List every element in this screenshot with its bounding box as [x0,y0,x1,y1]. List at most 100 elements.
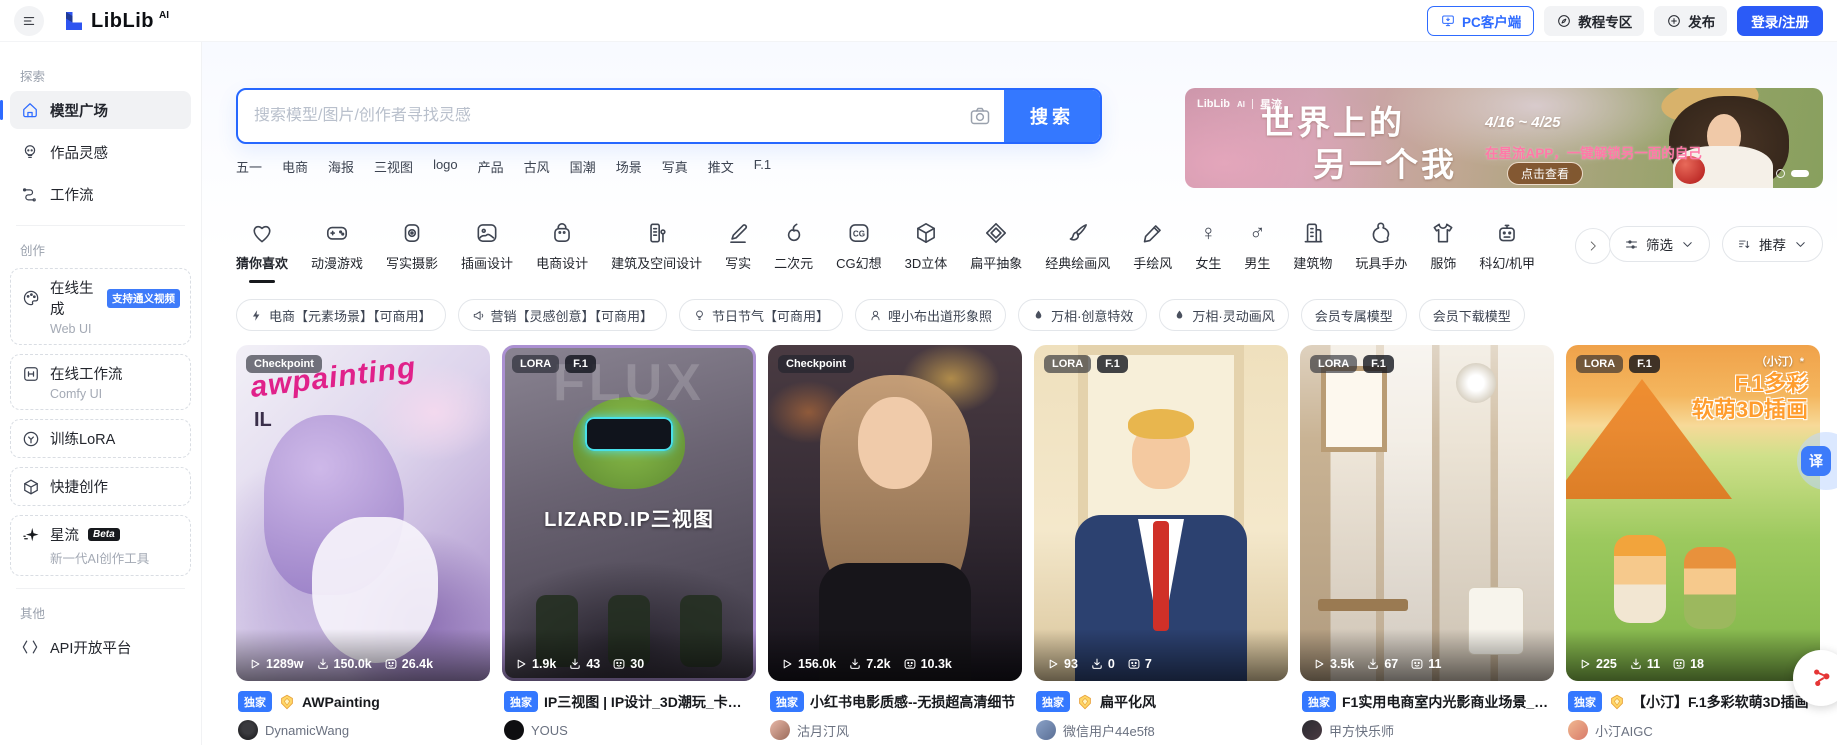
model-title[interactable]: 扁平化风 [1100,692,1156,712]
quick-tag[interactable]: 场景 [616,157,642,176]
sidebar-item-train-lora[interactable]: 训练LoRA [10,419,191,458]
pill-festivals[interactable]: 节日节气【可商用】 [679,299,843,331]
quick-tag[interactable]: 产品 [478,157,504,176]
promo-banner[interactable]: LibLibAI 星流 世界上的 另一个我 4/16 ~ 4/25 在星流APP… [1185,88,1823,188]
pill-ecommerce-elements[interactable]: 电商【元素场景】【可商用】 [236,299,446,331]
tutorial-zone-button[interactable]: 教程专区 [1544,6,1644,36]
quick-tag[interactable]: 古风 [524,157,550,176]
pencil-icon [1140,220,1166,246]
sidebar-item-quick-create[interactable]: 快捷创作 [10,467,191,506]
category-label: 玩具手办 [1355,253,1407,272]
pill-wanxiang-effects[interactable]: 万相·创意特效 [1018,299,1147,331]
model-card-image[interactable]: awpainting IL Checkpoint 1289w 150.0k 26… [236,345,490,681]
model-title[interactable]: IP三视图 | IP设计_3D潮玩_卡通形... [544,692,754,712]
category-scroll-right-button[interactable] [1575,228,1611,264]
category-hand-drawn[interactable]: 手绘风 [1133,220,1172,283]
model-author-row[interactable]: 沽月汀风 [770,720,1020,740]
carousel-dot[interactable] [1776,169,1785,178]
pill-label: 营销【灵感创意】【可商用】 [491,306,654,325]
publish-button[interactable]: 发布 [1654,6,1727,36]
category-anime-games[interactable]: 动漫游戏 [311,220,363,283]
quick-tag[interactable]: 国潮 [570,157,596,176]
quick-tag[interactable]: 写真 [662,157,688,176]
sidebar-item-model-plaza[interactable]: 模型广场 [10,91,191,129]
camera-search-icon[interactable] [968,104,992,128]
model-card-image[interactable]: FLUX LIZARD.IP三视图 LORA F.1 1.9k 43 30 [502,345,756,681]
category-ecommerce-design[interactable]: 电商设计 [536,220,588,283]
runs-icon [514,657,528,671]
quick-tag[interactable]: 海报 [328,157,354,176]
model-card[interactable]: （小汀）* F.1多彩 软萌3D插画 LORA F.1 225 11 18 [1566,345,1820,740]
category-classic-painting[interactable]: 经典绘画风 [1045,220,1110,283]
underline-slot [549,280,575,283]
category-realistic[interactable]: 写实 [725,220,751,283]
sidebar-item-workflow[interactable]: 工作流 [10,175,191,213]
model-card[interactable]: LORA F.1 93 0 7 独家 扁平化风 微信用户44e [1034,345,1288,740]
model-author-row[interactable]: YOUS [504,720,754,740]
images-count: 10.3k [921,657,952,671]
model-card-image[interactable]: LORA F.1 3.5k 67 11 [1300,345,1554,681]
liblib-logo-sup: AI [159,10,169,21]
sidebar-item-api-platform[interactable]: API开放平台 [10,628,191,666]
sidebar-item-xingliu[interactable]: 星流 Beta 新一代AI创作工具 [10,515,191,576]
model-author-row[interactable]: 小汀AIGC [1568,720,1818,740]
pill-member-exclusive-models[interactable]: 会员专属模型 [1301,299,1407,331]
category-apparel[interactable]: 服饰 [1430,220,1456,283]
pc-client-button[interactable]: PC客户端 [1427,6,1534,36]
hamburger-menu-button[interactable] [14,6,44,36]
pill-wanxiang-animation[interactable]: 万相·灵动画风 [1159,299,1288,331]
category-illustration-design[interactable]: 插画设计 [461,220,513,283]
category-flat-abstract[interactable]: 扁平抽象 [970,220,1022,283]
category-male[interactable]: ♂ 男生 [1244,220,1270,283]
category-realistic-photography[interactable]: 写实摄影 [386,220,438,283]
model-author-row[interactable]: 微信用户44e5f8 [1036,720,1286,740]
model-title[interactable]: AWPainting [302,694,380,710]
sidebar-item-online-workflow[interactable]: 在线工作流 Comfy UI [10,354,191,410]
quick-tag[interactable]: F.1 [754,157,771,176]
model-card[interactable]: Checkpoint 156.0k 7.2k 10.3k 独家 小红书电影质感-… [768,345,1022,740]
filter-dropdown[interactable]: 筛选 [1609,226,1710,262]
pill-label: 节日节气【可商用】 [712,306,829,325]
banner-cta-button[interactable]: 点击查看 [1507,162,1583,185]
carousel-dot-active[interactable] [1791,170,1809,177]
category-scifi-mecha[interactable]: 科幻/机甲 [1479,220,1535,283]
model-title[interactable]: 小红书电影质感--无损超高清细节 [810,692,1015,712]
sort-dropdown[interactable]: 推荐 [1722,226,1823,262]
model-card-image[interactable]: （小汀）* F.1多彩 软萌3D插画 LORA F.1 225 11 18 [1566,345,1820,681]
quick-tag[interactable]: 电商 [282,157,308,176]
model-card[interactable]: FLUX LIZARD.IP三视图 LORA F.1 1.9k 43 30 [502,345,756,740]
category-anime-style[interactable]: 二次元 [774,220,813,283]
model-card[interactable]: LORA F.1 3.5k 67 11 独家 F1实用电商室内光影商业场景_小.… [1300,345,1554,740]
pill-lixiaobu-portrait[interactable]: 哩小布出道形象照 [855,299,1006,331]
quick-tag[interactable]: 三视图 [374,157,413,176]
model-card-image[interactable]: Checkpoint 156.0k 7.2k 10.3k [768,345,1022,681]
category-guess-you-like[interactable]: 猜你喜欢 [236,220,288,283]
quick-tag[interactable]: 推文 [708,157,734,176]
category-architecture-space[interactable]: 建筑及空间设计 [611,220,702,283]
quick-tag[interactable]: 五一 [236,157,262,176]
model-card[interactable]: awpainting IL Checkpoint 1289w 150.0k 26… [236,345,490,740]
download-icon [1629,657,1643,671]
search-input[interactable] [238,107,956,125]
model-author-row[interactable]: DynamicWang [238,720,488,740]
category-female[interactable]: ♀ 女生 [1195,220,1221,283]
model-title[interactable]: F1实用电商室内光影商业场景_小... [1342,692,1552,712]
category-cg-fantasy[interactable]: CG CG幻想 [836,220,882,283]
sidebar-item-inspiration[interactable]: 作品灵感 [10,133,191,171]
sidebar-item-online-generation[interactable]: 在线生成 支持通义视频 Web UI [10,268,191,345]
login-register-button[interactable]: 登录/注册 [1737,6,1823,36]
search-button[interactable]: 搜索 [1004,90,1100,142]
pill-member-download-models[interactable]: 会员下载模型 [1419,299,1525,331]
category-label: CG幻想 [836,253,882,272]
model-title[interactable]: 【小汀】F.1多彩软萌3D插画 [1632,692,1809,712]
category-3d[interactable]: 3D立体 [905,220,948,283]
category-toys-figures[interactable]: 玩具手办 [1355,220,1407,283]
exclusive-badge: 独家 [1302,691,1336,712]
category-label: 经典绘画风 [1045,253,1110,272]
model-author-row[interactable]: 甲方快乐师 [1302,720,1552,740]
model-card-image[interactable]: LORA F.1 93 0 7 [1034,345,1288,681]
pill-marketing-ideas[interactable]: 营销【灵感创意】【可商用】 [458,299,668,331]
liblib-logo[interactable]: LibLib AI [62,9,169,33]
category-buildings[interactable]: 建筑物 [1293,220,1332,283]
quick-tag[interactable]: logo [433,157,458,176]
